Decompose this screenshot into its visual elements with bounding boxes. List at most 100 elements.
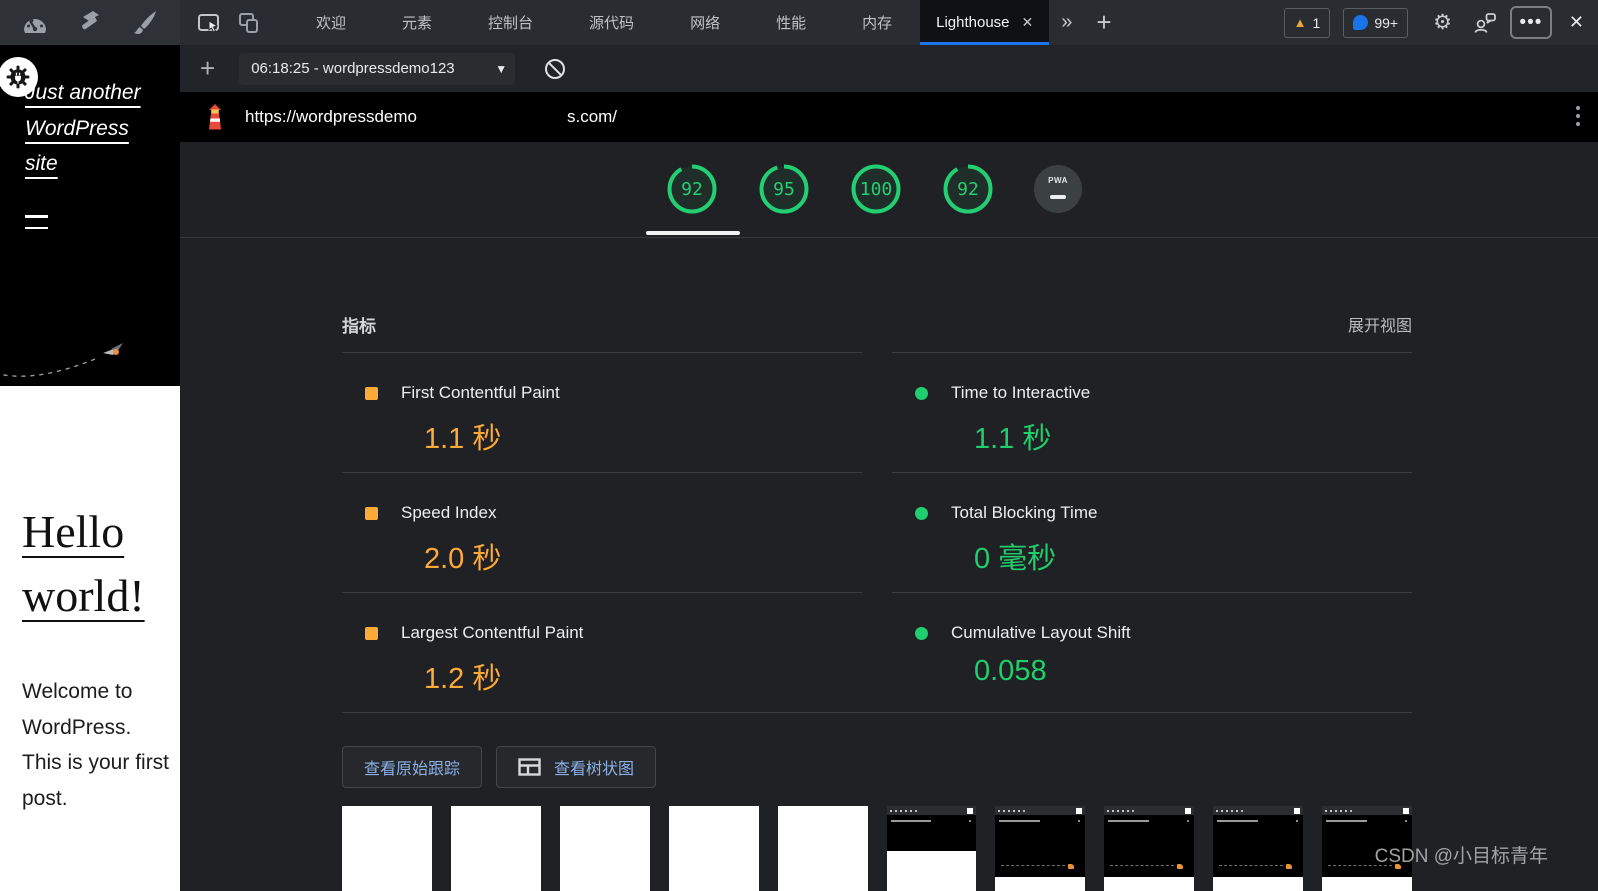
metric-cumulative-layout-shift: Cumulative Layout Shift 0.058 bbox=[892, 592, 1412, 712]
clear-reports-icon[interactable] bbox=[543, 57, 567, 81]
score-gauge-accessibility[interactable]: 95 bbox=[758, 163, 810, 215]
report-actions: 查看原始跟踪 查看树状图 bbox=[342, 746, 1412, 788]
metric-name: First Contentful Paint bbox=[401, 383, 560, 402]
filmstrip bbox=[342, 806, 1413, 891]
url-prefix: https://wordpressdemo bbox=[245, 107, 417, 126]
metric-good-circle-icon bbox=[915, 626, 928, 640]
report-toolbar: + 06:18:25 - wordpressdemo123 ▼ bbox=[180, 45, 1598, 92]
screen: 欢迎 元素 控制台 源代码 网络 性能 内存 Lighthouse ✕ » + … bbox=[0, 0, 1598, 891]
post-excerpt: Welcome to WordPress. This is your first… bbox=[22, 680, 170, 810]
metric-total-blocking-time: Total Blocking Time 0 毫秒 bbox=[892, 472, 1412, 592]
tab-elements[interactable]: 元素 bbox=[374, 0, 460, 45]
device-toolbar-icon[interactable] bbox=[232, 0, 266, 45]
report-selector-label: 06:18:25 - wordpressdemo123 bbox=[251, 60, 455, 77]
url-redacted-gap bbox=[417, 107, 567, 127]
warning-triangle-icon: ▲ bbox=[1293, 15, 1307, 30]
filmstrip-frame bbox=[342, 806, 432, 891]
devtools-topbar: 欢迎 元素 控制台 源代码 网络 性能 内存 Lighthouse ✕ » + … bbox=[0, 0, 1598, 45]
paintbrush-icon[interactable] bbox=[130, 9, 160, 37]
messages-badge[interactable]: 99+ bbox=[1343, 7, 1409, 38]
metric-name: Time to Interactive bbox=[951, 383, 1091, 402]
metrics-section-title: 指标 bbox=[342, 316, 376, 336]
tab-console[interactable]: 控制台 bbox=[460, 0, 561, 45]
more-tabs-icon[interactable]: » bbox=[1049, 0, 1084, 45]
hammer-icon[interactable] bbox=[75, 9, 105, 37]
filmstrip-frame bbox=[559, 806, 650, 891]
report-selector-dropdown[interactable]: 06:18:25 - wordpressdemo123 ▼ bbox=[239, 52, 516, 85]
filmstrip-frame bbox=[995, 806, 1086, 891]
message-count: 99+ bbox=[1374, 14, 1399, 31]
filmstrip-frame bbox=[777, 806, 868, 891]
expand-view-toggle[interactable]: 展开视图 bbox=[1348, 312, 1412, 336]
metric-average-square-icon bbox=[365, 626, 378, 640]
metrics-grid: First Contentful Paint 1.1 秒 Time to Int… bbox=[342, 352, 1412, 713]
metric-speed-index: Speed Index 2.0 秒 bbox=[342, 472, 862, 592]
tab-lighthouse-label: Lighthouse bbox=[936, 14, 1010, 31]
chevron-down-icon: ▼ bbox=[495, 61, 508, 76]
tab-memory[interactable]: 内存 bbox=[834, 0, 920, 45]
score-gauge-best-practices[interactable]: 100 bbox=[850, 163, 902, 215]
post-title-link[interactable]: Hello world! bbox=[22, 500, 150, 628]
pwa-label: PWA bbox=[1048, 176, 1068, 185]
filmstrip-frame bbox=[668, 806, 759, 891]
pwa-badge[interactable]: PWA bbox=[1034, 165, 1082, 213]
more-options-icon[interactable]: ••• bbox=[1509, 6, 1552, 39]
view-treemap-button[interactable]: 查看树状图 bbox=[496, 746, 657, 788]
view-treemap-label: 查看树状图 bbox=[554, 761, 635, 778]
metric-name: Total Blocking Time bbox=[951, 503, 1098, 522]
warnings-badge[interactable]: ▲ 1 bbox=[1283, 7, 1331, 38]
metric-value: 2.0 秒 bbox=[424, 543, 502, 575]
tab-close-icon[interactable]: ✕ bbox=[1022, 14, 1034, 31]
lighthouse-panel: + 06:18:25 - wordpressdemo123 ▼ https://… bbox=[180, 45, 1598, 891]
bird-illustration bbox=[0, 327, 150, 384]
metric-average-square-icon bbox=[365, 386, 378, 400]
score-value: 92 bbox=[681, 178, 703, 200]
metric-average-square-icon bbox=[365, 506, 378, 520]
filmstrip-frame bbox=[1213, 806, 1304, 891]
score-gauge-seo[interactable]: 92 bbox=[942, 163, 994, 215]
tab-network[interactable]: 网络 bbox=[662, 0, 748, 45]
metric-name: Speed Index bbox=[401, 503, 497, 522]
close-devtools-icon[interactable]: ✕ bbox=[1565, 12, 1588, 33]
tab-sources[interactable]: 源代码 bbox=[561, 0, 662, 45]
site-header: Just another WordPress site bbox=[0, 45, 180, 386]
new-devtools-tab-icon[interactable]: + bbox=[1084, 0, 1123, 45]
filmstrip-frame bbox=[1104, 806, 1195, 891]
metric-largest-contentful-paint: Largest Contentful Paint 1.2 秒 bbox=[342, 592, 862, 712]
speedometer-icon[interactable] bbox=[20, 9, 50, 37]
browser-extension-strip bbox=[0, 0, 180, 45]
score-summary: 92 95 100 92 PWA bbox=[180, 142, 1598, 238]
score-gauge-performance[interactable]: 92 bbox=[666, 163, 718, 215]
metric-good-circle-icon bbox=[915, 506, 928, 520]
new-report-icon[interactable]: + bbox=[200, 53, 215, 84]
feedback-person-icon[interactable] bbox=[1473, 11, 1497, 35]
settings-gear-icon[interactable]: ⚙ bbox=[1433, 10, 1452, 35]
pwa-dash-icon bbox=[1050, 195, 1066, 199]
site-tagline-link[interactable]: Just another WordPress site bbox=[25, 75, 160, 182]
csdn-watermark: CSDN @小目标青年 bbox=[1374, 846, 1548, 867]
report-content: 指标 展开视图 First Contentful Paint 1.1 秒 Tim… bbox=[342, 238, 1413, 891]
tab-lighthouse[interactable]: Lighthouse ✕ bbox=[920, 0, 1050, 45]
report-url-bar: https://wordpressdemo s.com/ bbox=[180, 92, 1598, 142]
report-kebab-menu-icon[interactable] bbox=[1576, 106, 1580, 126]
view-trace-label: 查看原始跟踪 bbox=[364, 761, 461, 778]
metric-value: 1.2 秒 bbox=[424, 663, 502, 695]
view-original-trace-button[interactable]: 查看原始跟踪 bbox=[342, 746, 483, 788]
score-value: 95 bbox=[773, 178, 795, 200]
score-value: 92 bbox=[957, 178, 979, 200]
report-url-link[interactable]: https://wordpressdemo s.com/ bbox=[245, 107, 617, 127]
metric-value: 0.058 bbox=[974, 655, 1047, 687]
metric-value: 0 毫秒 bbox=[974, 543, 1057, 575]
site-content: Hello world! Welcome to WordPress. This … bbox=[0, 386, 180, 891]
url-suffix: s.com/ bbox=[566, 107, 618, 126]
site-menu-icon[interactable] bbox=[25, 215, 48, 238]
metric-name: Cumulative Layout Shift bbox=[951, 623, 1131, 642]
devtools-topbar-controls: ▲ 1 99+ ⚙ ••• ✕ bbox=[1283, 0, 1588, 45]
filmstrip-frame bbox=[886, 806, 977, 891]
tab-performance[interactable]: 性能 bbox=[748, 0, 834, 45]
inspect-element-icon[interactable] bbox=[192, 0, 226, 45]
filmstrip-frame bbox=[450, 806, 541, 891]
tab-welcome[interactable]: 欢迎 bbox=[288, 0, 374, 45]
treemap-icon bbox=[518, 758, 541, 776]
metric-value: 1.1 秒 bbox=[974, 423, 1052, 455]
